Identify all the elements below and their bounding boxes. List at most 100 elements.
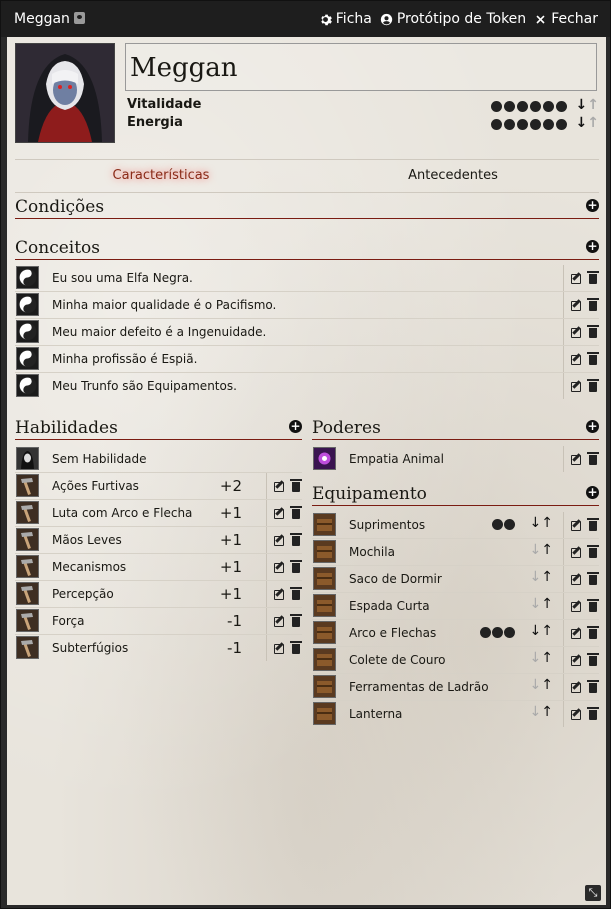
edit-icon[interactable] [571, 454, 581, 465]
tab-background[interactable]: Antecedentes [307, 160, 599, 192]
trash-icon[interactable] [587, 599, 599, 612]
close-button[interactable]: Fechar [534, 11, 598, 27]
trash-icon[interactable] [290, 533, 302, 546]
trash-icon[interactable] [290, 587, 302, 600]
chest-icon [313, 540, 336, 563]
yin-yang-icon [16, 320, 39, 343]
edit-icon[interactable] [571, 273, 581, 284]
edit-icon[interactable] [571, 381, 581, 392]
decrease-arrow-icon[interactable]: ↓ [530, 704, 542, 720]
prototype-token-button[interactable]: Protótipo de Token [380, 11, 526, 27]
trash-icon[interactable] [290, 614, 302, 627]
close-icon [536, 14, 545, 24]
edit-icon[interactable] [274, 643, 284, 654]
actor-type-icon [73, 12, 85, 24]
decrease-arrow-icon[interactable]: ↓ [576, 97, 588, 113]
edit-icon[interactable] [571, 520, 581, 531]
increase-arrow-icon[interactable]: ↑ [541, 515, 553, 531]
increase-arrow-icon[interactable]: ↑ [541, 650, 553, 666]
increase-arrow-icon[interactable]: ↑ [541, 704, 553, 720]
increase-arrow-icon[interactable]: ↑ [541, 542, 553, 558]
increase-arrow-icon[interactable]: ↑ [587, 115, 599, 131]
edit-icon[interactable] [274, 508, 284, 519]
increase-arrow-icon[interactable]: ↑ [541, 623, 553, 639]
skill-modifier: +2 [219, 477, 242, 495]
increase-arrow-icon[interactable]: ↑ [587, 97, 599, 113]
decrease-arrow-icon[interactable]: ↓ [530, 677, 542, 693]
add-concept-button[interactable]: + [586, 240, 599, 253]
decrease-arrow-icon[interactable]: ↓ [530, 569, 542, 585]
edit-icon[interactable] [274, 562, 284, 573]
edit-icon[interactable] [571, 601, 581, 612]
skill-item: Sem Habilidade [15, 446, 302, 473]
add-skill-button[interactable]: + [289, 420, 302, 433]
resource-vitality: Vitalidade ↓↑ [127, 97, 599, 115]
add-equipment-button[interactable]: + [586, 486, 599, 499]
skill-item: Subterfúgios -1 [15, 635, 302, 661]
add-power-button[interactable]: + [586, 420, 599, 433]
edit-icon[interactable] [274, 589, 284, 600]
decrease-arrow-icon[interactable]: ↓ [530, 623, 542, 639]
skill-modifier: -1 [227, 639, 242, 657]
trash-icon[interactable] [587, 572, 599, 585]
trash-icon[interactable] [587, 271, 599, 284]
edit-icon[interactable] [571, 327, 581, 338]
trash-icon[interactable] [587, 626, 599, 639]
skills-list: Sem Habilidade Ações Furtivas +2 Luta co… [15, 446, 302, 661]
trash-icon[interactable] [587, 707, 599, 720]
trash-icon[interactable] [587, 452, 599, 465]
trash-icon[interactable] [290, 641, 302, 654]
character-portrait[interactable] [15, 43, 115, 143]
trash-icon[interactable] [587, 680, 599, 693]
character-name-field[interactable]: Meggan [125, 43, 597, 91]
powers-list: Empatia Animal [312, 446, 599, 472]
increase-arrow-icon[interactable]: ↑ [541, 569, 553, 585]
section-title: Equipamento [312, 484, 427, 504]
hammer-icon [16, 636, 39, 659]
edit-icon[interactable] [571, 300, 581, 311]
concept-item: Eu sou uma Elfa Negra. [15, 265, 599, 292]
edit-icon[interactable] [274, 616, 284, 627]
edit-icon[interactable] [571, 682, 581, 693]
chest-icon [313, 594, 336, 617]
trash-icon[interactable] [587, 545, 599, 558]
edit-icon[interactable] [571, 709, 581, 720]
decrease-arrow-icon[interactable]: ↓ [576, 115, 588, 131]
edit-icon[interactable] [571, 354, 581, 365]
increase-arrow-icon[interactable]: ↑ [541, 596, 553, 612]
trash-icon[interactable] [587, 325, 599, 338]
edit-icon[interactable] [571, 547, 581, 558]
trash-icon[interactable] [587, 298, 599, 311]
yin-yang-icon [16, 347, 39, 370]
trash-icon[interactable] [587, 352, 599, 365]
edit-icon[interactable] [274, 535, 284, 546]
sheet-config-button[interactable]: Ficha [319, 11, 372, 27]
concept-item: Meu Trunfo são Equipamentos. [15, 373, 599, 399]
equipment-name: Lanterna [349, 707, 403, 721]
concept-item: Minha maior qualidade é o Pacifismo. [15, 292, 599, 319]
skill-name: Sem Habilidade [52, 452, 147, 466]
decrease-arrow-icon[interactable]: ↓ [530, 650, 542, 666]
trash-icon[interactable] [587, 379, 599, 392]
tab-characteristics[interactable]: Características [15, 160, 307, 192]
edit-icon[interactable] [571, 655, 581, 666]
window-title: Meggan [14, 11, 85, 27]
add-condition-button[interactable]: + [586, 199, 599, 212]
edit-icon[interactable] [274, 481, 284, 492]
decrease-arrow-icon[interactable]: ↓ [530, 542, 542, 558]
trash-icon[interactable] [587, 518, 599, 531]
decrease-arrow-icon[interactable]: ↓ [530, 515, 542, 531]
concept-text: Meu maior defeito é a Ingenuidade. [52, 325, 267, 339]
trash-icon[interactable] [290, 506, 302, 519]
edit-icon[interactable] [571, 574, 581, 585]
resize-handle-icon[interactable]: ⤡ [585, 885, 601, 901]
skill-modifier: +1 [219, 558, 242, 576]
trash-icon[interactable] [587, 653, 599, 666]
trash-icon[interactable] [290, 560, 302, 573]
decrease-arrow-icon[interactable]: ↓ [530, 596, 542, 612]
skill-name: Percepção [52, 587, 114, 601]
increase-arrow-icon[interactable]: ↑ [541, 677, 553, 693]
trash-icon[interactable] [290, 479, 302, 492]
edit-icon[interactable] [571, 628, 581, 639]
window-titlebar[interactable]: Meggan Ficha Protótipo de Token Fechar [1, 1, 610, 37]
